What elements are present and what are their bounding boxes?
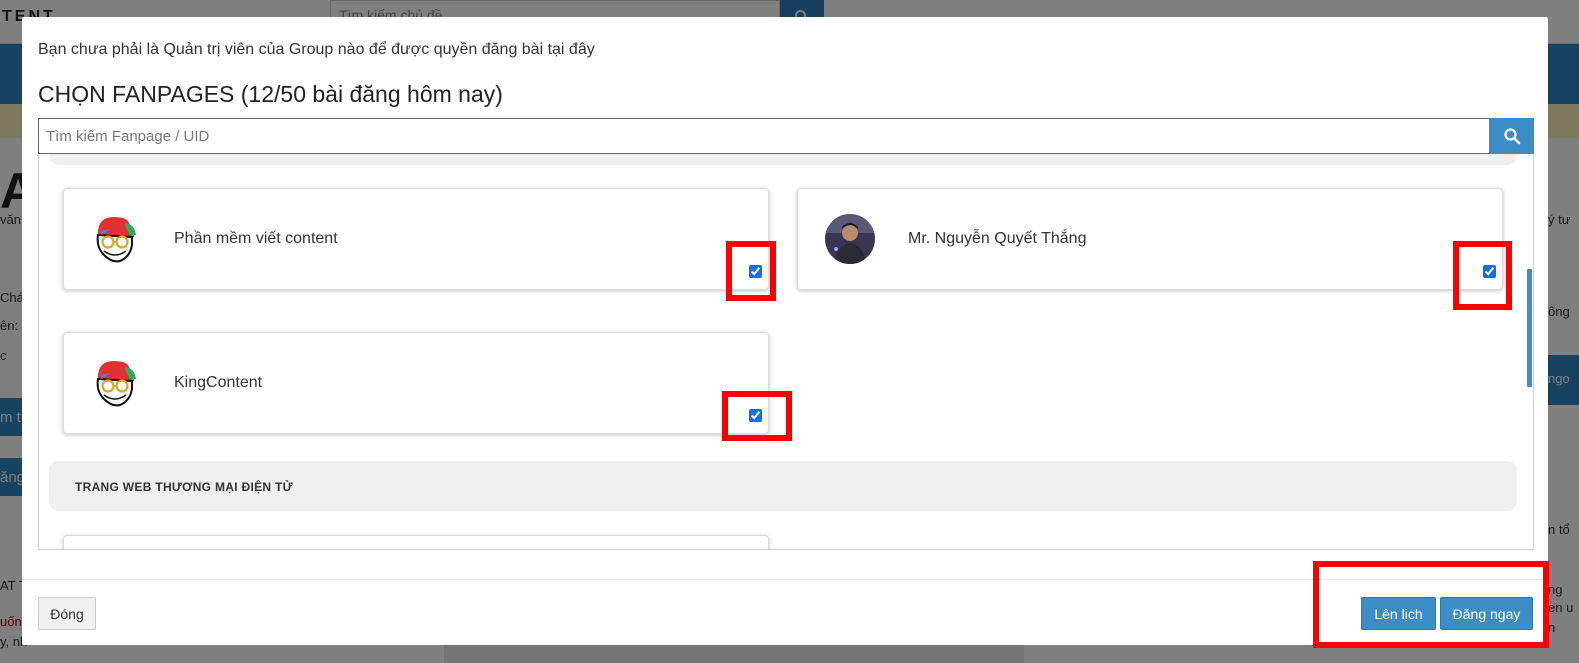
group-heading-ecommerce: TRANG WEB THƯƠNG MẠI ĐIỆN TỬ (49, 461, 1517, 511)
fanpage-checkbox[interactable] (749, 409, 762, 422)
fanpage-search-button[interactable] (1489, 118, 1534, 154)
close-button[interactable]: Đóng (38, 597, 96, 630)
search-icon (1503, 128, 1520, 145)
list-scrollbar[interactable] (1527, 269, 1532, 387)
fanpage-card[interactable]: Mr. Nguyễn Quyết Thắng (797, 188, 1503, 290)
footer-divider (22, 579, 1548, 580)
fanpage-checkbox[interactable] (749, 265, 762, 278)
modal-title: CHỌN FANPAGES (12/50 bài đăng hôm nay) (38, 81, 503, 107)
profile-photo-avatar (825, 214, 875, 264)
schedule-button[interactable]: Lên lịch (1361, 597, 1436, 630)
fanpage-name: KingContent (174, 374, 263, 391)
fanpage-card[interactable] (63, 535, 769, 549)
group-heading-previous (49, 154, 1517, 165)
fanpage-name: Phần mềm viết content (174, 230, 338, 247)
cartoon-face-icon (96, 217, 136, 263)
fanpage-card[interactable]: Phần mềm viết content (63, 188, 769, 290)
cartoon-face-icon (96, 361, 136, 407)
group-admin-notice: Bạn chưa phải là Quản trị viên của Group… (38, 41, 595, 58)
fanpage-select-modal: Bạn chưa phải là Quản trị viên của Group… (22, 17, 1548, 645)
fanpage-card[interactable]: KingContent (63, 332, 769, 434)
post-now-button[interactable]: Đăng ngay (1440, 597, 1533, 630)
fanpage-list[interactable]: Phần mềm viết content Mr. Nguyễn Quyết T… (38, 154, 1534, 550)
fanpage-name: Mr. Nguyễn Quyết Thắng (908, 230, 1087, 247)
fanpage-search (38, 118, 1534, 154)
fanpage-search-input[interactable] (39, 119, 1489, 153)
fanpage-checkbox[interactable] (1483, 265, 1496, 278)
